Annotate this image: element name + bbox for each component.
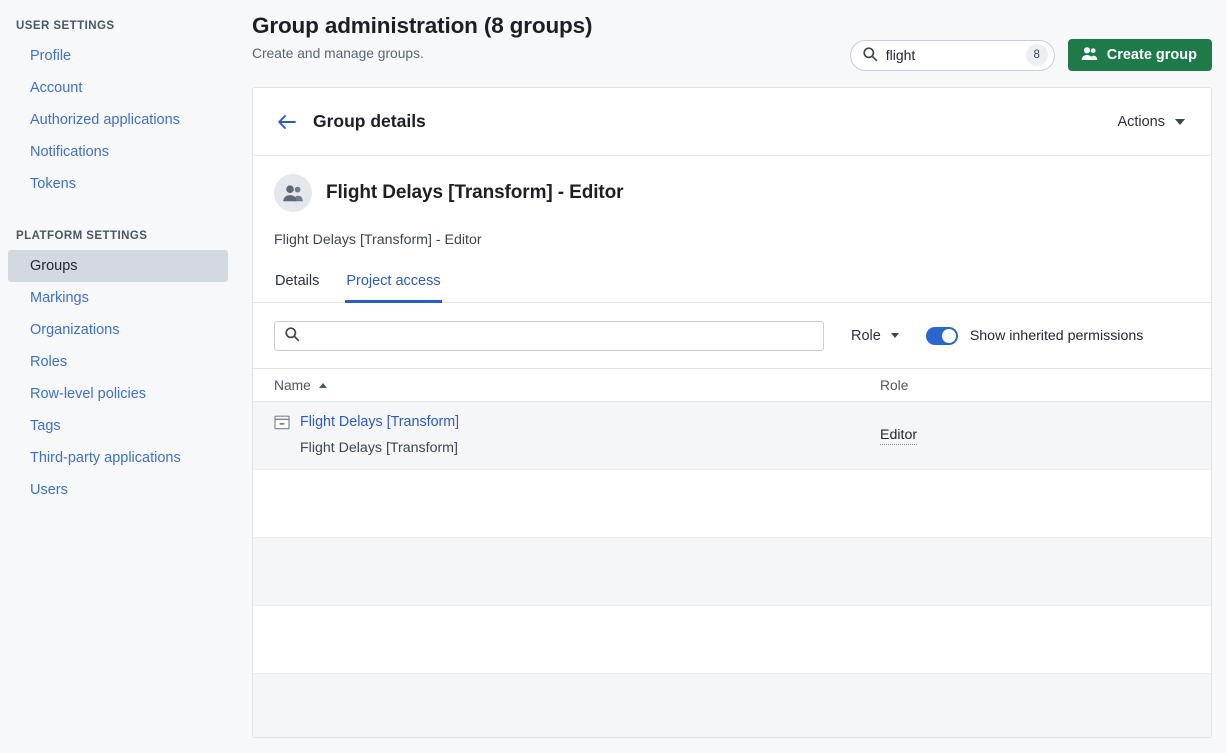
sidebar-section-platform-settings: PLATFORM SETTINGS Groups Markings Organi… bbox=[0, 224, 236, 506]
project-access-filter-bar: Role Show inherited permissions bbox=[253, 303, 1211, 369]
sidebar-item-tokens[interactable]: Tokens bbox=[8, 168, 228, 200]
app-root: USER SETTINGS Profile Account Authorized… bbox=[0, 0, 1227, 753]
sidebar-item-markings[interactable]: Markings bbox=[8, 282, 228, 314]
sidebar-item-account[interactable]: Account bbox=[8, 72, 228, 104]
table-row-empty bbox=[253, 606, 1211, 674]
page-title: Group administration (8 groups) bbox=[252, 13, 593, 38]
page-header-text: Group administration (8 groups) Create a… bbox=[252, 12, 850, 63]
show-inherited-permissions-label: Show inherited permissions bbox=[969, 327, 1144, 344]
role-badge[interactable]: Editor bbox=[880, 427, 918, 445]
show-inherited-permissions-toggle[interactable]: Show inherited permissions bbox=[925, 326, 1144, 345]
project-link[interactable]: Flight Delays [Transform] bbox=[300, 413, 459, 432]
group-name: Flight Delays [Transform] - Editor bbox=[326, 182, 624, 203]
group-identity-row: Flight Delays [Transform] - Editor bbox=[274, 174, 1190, 212]
settings-sidebar: USER SETTINGS Profile Account Authorized… bbox=[0, 0, 236, 753]
column-header-name[interactable]: Name bbox=[274, 378, 880, 393]
project-access-search-input[interactable] bbox=[308, 327, 814, 344]
group-description: Flight Delays [Transform] - Editor bbox=[274, 232, 482, 248]
toggle-knob bbox=[941, 328, 956, 343]
group-search-box[interactable]: 8 bbox=[849, 39, 1055, 71]
search-icon bbox=[284, 326, 300, 345]
create-group-button[interactable]: Create group bbox=[1067, 39, 1212, 71]
group-identity-block: Flight Delays [Transform] - Editor Fligh… bbox=[253, 156, 1211, 303]
tab-project-access[interactable]: Project access bbox=[345, 269, 442, 303]
create-group-button-label: Create group bbox=[1106, 47, 1197, 63]
role-filter-dropdown[interactable]: Role bbox=[846, 325, 904, 347]
column-header-name-label: Name bbox=[274, 377, 311, 393]
column-header-role[interactable]: Role bbox=[880, 378, 1190, 393]
sidebar-item-users[interactable]: Users bbox=[8, 474, 228, 506]
group-add-icon bbox=[1081, 46, 1098, 65]
table-row-empty bbox=[253, 674, 1211, 737]
sidebar-item-third-party-applications[interactable]: Third-party applications bbox=[8, 442, 228, 474]
group-tabs: Details Project access bbox=[253, 269, 1211, 303]
project-access-search-box[interactable] bbox=[274, 320, 824, 351]
cell-name: Flight Delays [Transform] Flight Delays … bbox=[274, 413, 880, 458]
sidebar-item-tags[interactable]: Tags bbox=[8, 410, 228, 442]
chevron-down-icon bbox=[1175, 118, 1185, 125]
main-content: Group administration (8 groups) Create a… bbox=[236, 0, 1227, 753]
group-search-input[interactable] bbox=[885, 47, 1018, 63]
page-header: Group administration (8 groups) Create a… bbox=[252, 0, 1212, 87]
group-details-card: Group details Actions Flight Delays [Tra… bbox=[252, 87, 1212, 738]
role-filter-label: Role bbox=[851, 327, 881, 344]
project-access-table: Name Role Flight Delays [Transform] Flig… bbox=[253, 369, 1211, 737]
sidebar-section-title-platform-settings: PLATFORM SETTINGS bbox=[16, 230, 148, 242]
cell-role: Editor bbox=[880, 426, 1190, 445]
table-header-row: Name Role bbox=[253, 369, 1211, 402]
header-actions: 8 Create group bbox=[849, 12, 1212, 71]
chevron-up-icon bbox=[318, 382, 327, 388]
sidebar-item-profile[interactable]: Profile bbox=[8, 40, 228, 72]
project-icon bbox=[274, 413, 290, 458]
cell-name-text: Flight Delays [Transform] Flight Delays … bbox=[300, 413, 459, 458]
sidebar-section-user-settings: USER SETTINGS Profile Account Authorized… bbox=[0, 14, 236, 200]
sidebar-item-organizations[interactable]: Organizations bbox=[8, 314, 228, 346]
sidebar-item-roles[interactable]: Roles bbox=[8, 346, 228, 378]
sidebar-item-notifications[interactable]: Notifications bbox=[8, 136, 228, 168]
sidebar-item-groups[interactable]: Groups bbox=[8, 250, 228, 282]
chevron-down-icon bbox=[890, 333, 899, 338]
sidebar-item-authorized-applications[interactable]: Authorized applications bbox=[8, 104, 228, 136]
arrow-left-icon[interactable] bbox=[274, 109, 300, 135]
search-result-count: 8 bbox=[1025, 44, 1048, 66]
card-topbar: Group details Actions bbox=[253, 88, 1211, 156]
group-avatar-icon bbox=[274, 174, 312, 212]
sidebar-item-row-level-policies[interactable]: Row-level policies bbox=[8, 378, 228, 410]
table-row-empty bbox=[253, 538, 1211, 606]
page-subtitle: Create and manage groups. bbox=[252, 46, 424, 61]
card-title: Group details bbox=[313, 111, 426, 131]
tab-details[interactable]: Details bbox=[274, 269, 320, 303]
table-row-empty bbox=[253, 470, 1211, 538]
sidebar-section-title-user-settings: USER SETTINGS bbox=[16, 20, 115, 32]
actions-dropdown[interactable]: Actions bbox=[1111, 110, 1191, 134]
actions-dropdown-label: Actions bbox=[1117, 113, 1165, 130]
toggle-switch[interactable] bbox=[925, 326, 958, 345]
project-subtitle: Flight Delays [Transform] bbox=[300, 440, 458, 456]
search-icon bbox=[862, 46, 878, 65]
column-header-role-label: Role bbox=[880, 377, 909, 393]
table-row[interactable]: Flight Delays [Transform] Flight Delays … bbox=[253, 402, 1211, 470]
